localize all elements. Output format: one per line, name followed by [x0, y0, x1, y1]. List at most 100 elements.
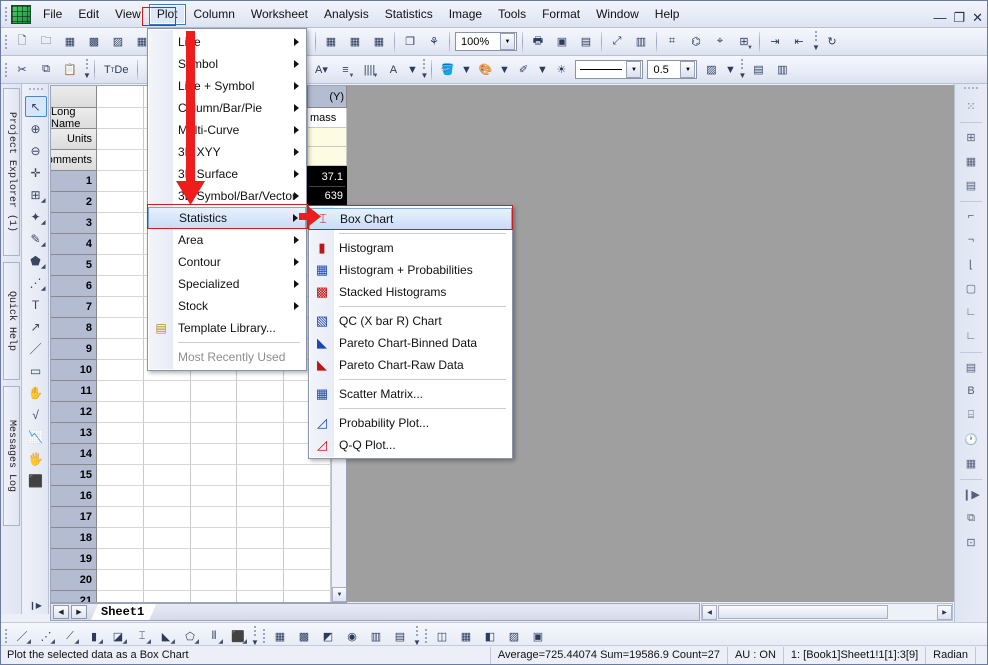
worksheet-cell[interactable] [284, 528, 331, 549]
menu-worksheet[interactable]: Worksheet [243, 4, 316, 25]
right-dock-grip[interactable] [964, 87, 978, 93]
minimize-button[interactable]: — [933, 11, 946, 24]
pattern-color-button[interactable]: 🎨 [474, 59, 496, 81]
stats-menu-item-histogram[interactable]: ▮ Histogram [309, 237, 512, 259]
light-button[interactable]: ☀ [550, 59, 572, 81]
plot-menu-item-area[interactable]: Area [148, 229, 306, 251]
worksheet-cell[interactable] [97, 171, 144, 192]
image-plot-icon[interactable]: ▥ [365, 625, 387, 647]
worksheet-cell[interactable] [97, 86, 144, 108]
sheet-tab-sheet1[interactable]: Sheet1 [91, 604, 156, 620]
screen-reader-tool[interactable]: ✛ [25, 162, 47, 183]
worksheet-cell[interactable] [97, 318, 144, 339]
plot-menu-item-template-library[interactable]: ▤ Template Library... [148, 317, 306, 339]
matrix-icon[interactable]: ▤ [389, 625, 411, 647]
zoom-in-tool[interactable]: ⊕ [25, 118, 47, 139]
box-chart-icon[interactable]: ⌶ ◢ [131, 625, 153, 647]
graph-toolbar-grip[interactable] [1, 625, 10, 647]
rotate-tool[interactable]: 🖐 [25, 448, 47, 469]
data-selector-button[interactable]: ⌬ [685, 31, 707, 53]
row-header[interactable]: 18 [51, 528, 97, 549]
new-excel-button[interactable]: ▩ [83, 31, 105, 53]
top-axis-icon[interactable]: ¬ [959, 229, 984, 251]
close-button[interactable]: ✕ [972, 11, 983, 24]
plot-menu-item-stock[interactable]: Stock [148, 295, 306, 317]
collapse-icon[interactable]: ❙▶ [959, 483, 984, 505]
graph-toolbar-grip-2[interactable] [421, 625, 430, 647]
row-header[interactable]: 10 [51, 360, 97, 381]
worksheet-cell[interactable] [190, 423, 238, 444]
stats-icon[interactable]: ⌸ [959, 404, 984, 426]
align-button[interactable]: ≡ ▼ [334, 59, 356, 81]
row-header[interactable]: 7 [51, 297, 97, 318]
worksheet-cell[interactable] [97, 507, 144, 528]
menu-image[interactable]: Image [441, 4, 490, 25]
font-color-dropdown[interactable]: ▼ [406, 59, 418, 81]
line-plot-icon[interactable]: ／ ◢ [11, 625, 33, 647]
stats-menu-item-stacked-histograms[interactable]: ▩ Stacked Histograms [309, 281, 512, 303]
stats-menu-item-box-chart[interactable]: ⌶ Box Chart [309, 208, 512, 230]
rescale-button[interactable]: ⤢ [606, 31, 628, 53]
worksheet-cell[interactable] [143, 444, 191, 465]
worksheet-cell[interactable] [237, 549, 285, 570]
data-selector-tool[interactable]: ✦ ◢ [25, 206, 47, 227]
worksheet-cell[interactable] [237, 423, 285, 444]
worksheet-cell[interactable] [284, 591, 331, 602]
pattern-fill-dropdown[interactable]: ▼ [724, 59, 736, 81]
plot-menu-item-3d-surface[interactable]: 3D Surface [148, 163, 306, 185]
worksheet-cell[interactable] [237, 381, 285, 402]
add-text-button[interactable]: ⌗ [661, 31, 683, 53]
fill-color-dropdown[interactable]: ▼ [460, 59, 472, 81]
3d-waterfall-icon[interactable]: ▩ [293, 625, 315, 647]
plot-menu-item-statistics[interactable]: Statistics [148, 207, 306, 229]
import-wizard-button[interactable]: ▦ [320, 31, 342, 53]
text-tool[interactable]: T [25, 294, 47, 315]
import-multiple-ascii-button[interactable]: ▦ [368, 31, 390, 53]
worksheet-cell[interactable] [190, 402, 238, 423]
stats-menu-item-qc-x-bar-r-chart[interactable]: ▧ QC (X bar R) Chart [309, 310, 512, 332]
worksheet-cell[interactable] [237, 591, 285, 602]
worksheet-cell[interactable] [97, 381, 144, 402]
plot-menu-item-column-bar-pie[interactable]: Column/Bar/Pie [148, 97, 306, 119]
extract-graph-button[interactable]: ⇥ [764, 31, 786, 53]
line-style-field[interactable]: ▼ [575, 60, 644, 79]
worksheet-cell[interactable] [237, 486, 285, 507]
plot-menu-item-symbol[interactable]: Symbol [148, 53, 306, 75]
stats-menu-item-q-q-plot[interactable]: ◿ Q-Q Plot... [309, 434, 512, 456]
data-reader-tool[interactable]: ⊞ ◢ [25, 184, 47, 205]
3d-surface-icon[interactable]: ◩ [317, 625, 339, 647]
toolbar-overflow-3[interactable]: ▼ [419, 58, 428, 82]
sidebar-item-messages-log[interactable]: Messages Log [3, 386, 20, 526]
run-script-button[interactable]: ⚘ [423, 31, 445, 53]
new-layer-button[interactable]: ▥ [630, 31, 652, 53]
worksheet-cell[interactable] [190, 465, 238, 486]
zoom-out-tool[interactable]: ⊖ [25, 140, 47, 161]
sidebar-item-quick-help[interactable]: Quick Help [3, 262, 20, 380]
worksheet-cell[interactable] [284, 486, 331, 507]
row-header[interactable]: 2 [51, 192, 97, 213]
worksheet-cell[interactable] [143, 528, 191, 549]
area-plot-icon[interactable]: ◪ ◢ [107, 625, 129, 647]
stats-menu-item-scatter-matrix[interactable]: ▦ Scatter Matrix... [309, 383, 512, 405]
worksheet-cell[interactable] [143, 591, 191, 602]
layout-icon[interactable]: ⊡ [959, 531, 984, 553]
palette-grip[interactable] [28, 88, 43, 94]
equation-tool[interactable]: √ [25, 404, 47, 425]
worksheet-cell[interactable] [190, 381, 238, 402]
stock-plot-icon[interactable]: ⦀ ◢ [203, 625, 225, 647]
sheet-next-button[interactable]: ▶ [71, 605, 87, 619]
worksheet-cell[interactable] [97, 108, 144, 129]
rectangle-tool[interactable]: ▭ [25, 360, 47, 381]
worksheet-cell[interactable] [143, 402, 191, 423]
toolbar-overflow-1[interactable]: ▼ [811, 30, 820, 54]
new-project-button[interactable]: 🗋 [11, 31, 33, 53]
worksheet-cell[interactable] [143, 570, 191, 591]
worksheet-cell[interactable] [143, 486, 191, 507]
stats-menu-item-pareto-chart-binned-data[interactable]: ◣ Pareto Chart-Binned Data [309, 332, 512, 354]
3d-bar-icon[interactable]: ▦ [269, 625, 291, 647]
toolbar-overflow-2[interactable]: ▼ [82, 58, 91, 82]
line-color-dropdown[interactable]: ▼ [536, 59, 548, 81]
four-panel-icon[interactable]: ▦ [959, 150, 984, 172]
worksheet-cell[interactable] [97, 255, 144, 276]
row-header[interactable]: 12 [51, 402, 97, 423]
